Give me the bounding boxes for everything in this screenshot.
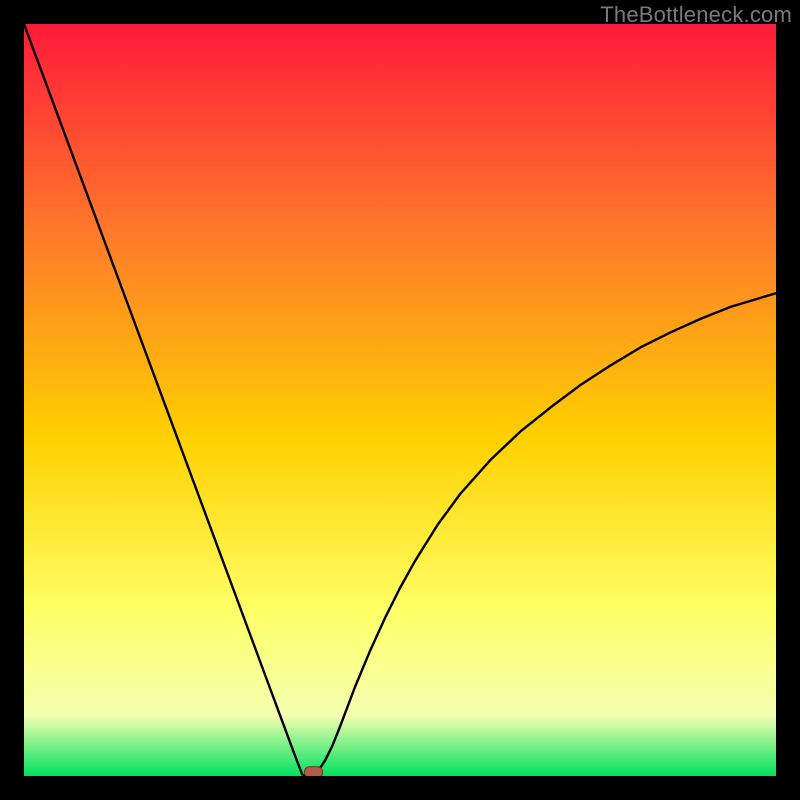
- bottleneck-chart: [24, 24, 776, 776]
- minimum-marker: [305, 767, 323, 776]
- chart-frame: [24, 24, 776, 776]
- gradient-background: [24, 24, 776, 776]
